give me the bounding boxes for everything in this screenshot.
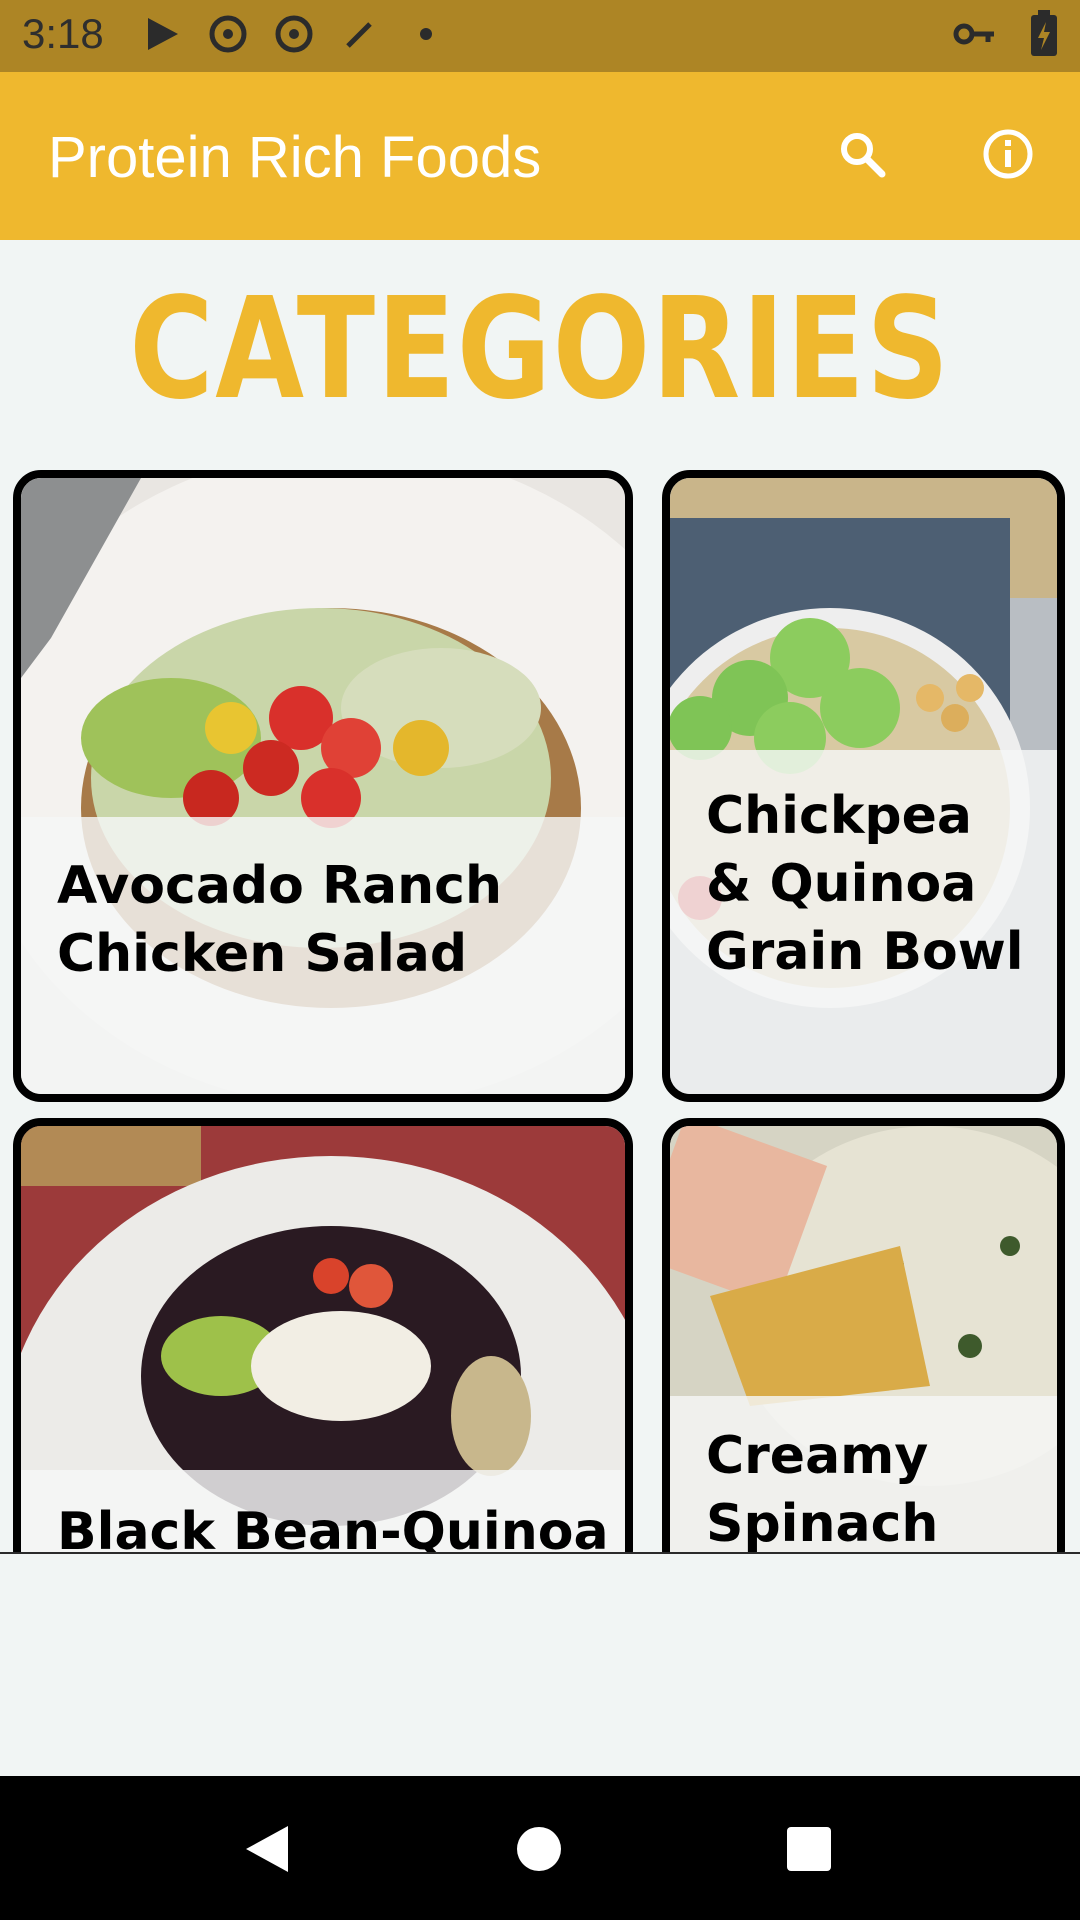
card-label: Avocado Ranch Chicken Salad (57, 856, 502, 984)
content-divider (0, 1552, 1080, 1554)
home-icon (514, 1824, 564, 1878)
dot-icon (404, 12, 448, 56)
vpn-key-icon (952, 12, 996, 56)
card-label: Black Bean-Quinoa (57, 1502, 609, 1553)
search-icon (838, 130, 886, 182)
status-notification-icons (140, 12, 448, 56)
back-button[interactable] (232, 1816, 302, 1886)
status-time: 3:18 (22, 10, 104, 57)
info-button[interactable] (972, 120, 1044, 192)
sync-icon (206, 12, 250, 56)
app-bar: Protein Rich Foods (0, 72, 1080, 240)
play-store-icon (140, 12, 184, 56)
back-icon (242, 1824, 292, 1878)
search-button[interactable] (826, 120, 898, 192)
sync-icon (272, 12, 316, 56)
categories-grid[interactable]: Avocado Ranch Chicken Salad Chickpea & Q… (0, 460, 1080, 1553)
navigation-bar (0, 1776, 1080, 1920)
wand-icon (338, 12, 382, 56)
app-title: Protein Rich Foods (48, 125, 542, 190)
category-card-avocado-ranch-chicken-salad[interactable]: Avocado Ranch Chicken Salad (13, 470, 633, 1102)
recents-button[interactable] (774, 1816, 844, 1886)
status-bar: 3:18 (0, 0, 1080, 72)
battery-charging-icon (1022, 10, 1066, 56)
category-card-creamy-spinach[interactable]: Creamy Spinach (662, 1118, 1065, 1553)
recents-icon (785, 1825, 833, 1877)
categories-heading: CATEGORIES (129, 268, 951, 431)
card-label: Chickpea & Quinoa Grain Bowl (706, 786, 1024, 982)
info-icon (982, 128, 1034, 184)
home-button[interactable] (504, 1816, 574, 1886)
status-system-icons (952, 10, 1066, 56)
category-card-black-bean-quinoa[interactable]: Black Bean-Quinoa (13, 1118, 633, 1553)
card-label: Creamy Spinach (706, 1426, 939, 1553)
category-card-chickpea-quinoa-grain-bowl[interactable]: Chickpea & Quinoa Grain Bowl (662, 470, 1065, 1102)
